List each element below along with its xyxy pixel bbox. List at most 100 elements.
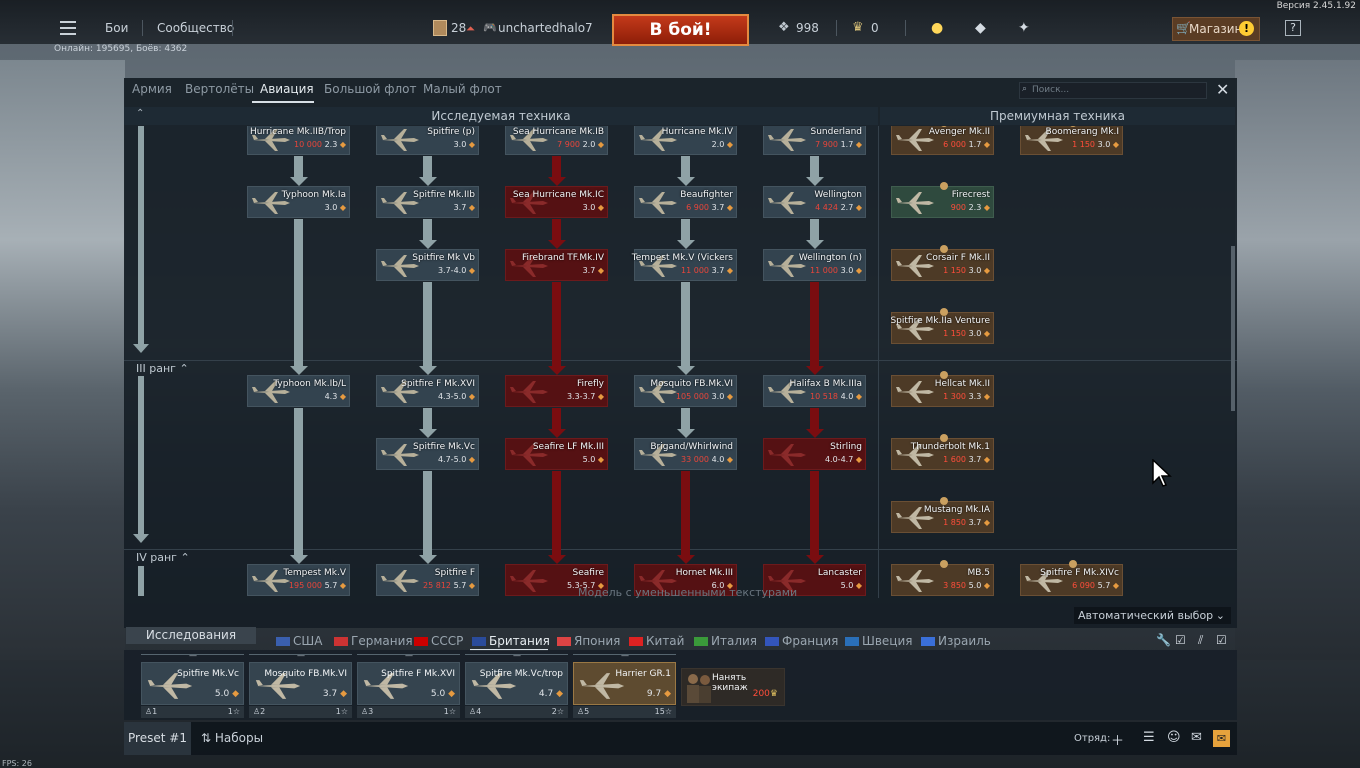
vehicle-card[interactable]: Spitfire Mk Vb 3.7-4.0 ◆ [376, 249, 479, 281]
vehicle-name: Spitfire Mk.IIb [413, 190, 475, 200]
mail-icon[interactable]: ✉ [1213, 730, 1230, 747]
premium-vehicle-card[interactable]: Boomerang Mk.I 1 150 3.0 ◆ [1020, 126, 1123, 155]
tree-connector-arrow [419, 366, 437, 375]
premium-vehicle-card[interactable]: Mustang Mk.IA 1 850 3.7 ◆ [891, 497, 994, 533]
crew-slot[interactable]: — Harrier GR.1 9.7 ◆ ♙5 15☆ [573, 651, 676, 718]
premium-vehicle-card[interactable]: Spitfire F Mk.XIVc 6 090 5.7 ◆ [1020, 560, 1123, 596]
tab-coastal-fleet[interactable]: Малый флот [423, 82, 502, 96]
vehicle-card[interactable]: Wellington 4 424 2.7 ◆ [763, 186, 866, 218]
nation-tab[interactable]: США [276, 634, 322, 648]
battles-link[interactable]: Бои [105, 21, 128, 35]
nation-tab[interactable]: Израиль [921, 634, 991, 648]
crew-slot[interactable]: — Spitfire Mk.Vc/trop 4.7 ◆ ♙4 2☆ [465, 651, 568, 718]
help-button[interactable]: ? [1285, 20, 1301, 36]
tree-connector-arrow [548, 555, 566, 564]
premium-vehicle-card[interactable]: Thunderbolt Mk.1 1 600 3.7 ◆ [891, 434, 994, 470]
bullets-icon[interactable]: ⫽ [1198, 633, 1203, 648]
premium-vehicle-card[interactable]: Spitfire Mk.IIa Venture 1 150 3.0 ◆ [890, 308, 994, 344]
vehicle-card[interactable]: Firebrand TF.Mk.IV 3.7 ◆ [505, 249, 608, 281]
auto-select-dropdown[interactable]: Автоматический выбор ⌄ [1074, 607, 1231, 624]
premium-vehicle-card[interactable]: Avenger Mk.II 6 000 1.7 ◆ [891, 126, 994, 155]
checkbox-icon[interactable]: ☑ [1216, 633, 1227, 647]
username[interactable]: unchartedhalo7 [498, 21, 593, 35]
vehicle-card[interactable]: Tempest Mk.V (Vickers 11 000 3.7 ◆ [632, 249, 737, 281]
vehicle-card[interactable]: Firefly 3.3-3.7 ◆ [505, 375, 608, 407]
lightbulb-icon[interactable]: ● [931, 20, 943, 36]
friends-icon[interactable]: ☺ [1167, 730, 1181, 745]
crew-slot[interactable]: — Mosquito FB.Mk.VI 3.7 ◆ ♙2 1☆ [249, 651, 352, 718]
tab-helicopters[interactable]: Вертолёты [185, 82, 254, 96]
vehicle-name: Lancaster [817, 568, 862, 578]
premium-vehicle-card[interactable]: Hellcat Mk.II 1 300 3.3 ◆ [891, 371, 994, 407]
add-squad-icon[interactable]: ＋ [1111, 730, 1124, 749]
slot-vehicle-card[interactable]: Spitfire Mk.Vc 5.0 ◆ [141, 662, 244, 705]
hire-crew-button[interactable]: Нанять экипаж 200♛ [681, 668, 785, 706]
crew-slot[interactable]: — Spitfire Mk.Vc 5.0 ◆ ♙1 1☆ [141, 651, 244, 718]
nation-tab[interactable]: Швеция [845, 634, 912, 648]
vehicle-card[interactable]: Typhoon Mk.Ia 3.0 ◆ [247, 186, 350, 218]
rank-label-iv[interactable]: IV ранг ⌃ [136, 551, 190, 564]
auto-select-label: Автоматический выбор [1078, 609, 1214, 622]
avatar[interactable] [433, 20, 447, 36]
nation-tab[interactable]: Китай [629, 634, 684, 648]
tab-aviation[interactable]: Авиация [260, 82, 314, 96]
cart-icon: 🛒 [1176, 21, 1191, 35]
vehicle-card[interactable]: Wellington (n) 11 000 3.0 ◆ [763, 249, 866, 281]
vehicle-card[interactable]: Spitfire F Mk.XVI 4.3-5.0 ◆ [376, 375, 479, 407]
chat-icon[interactable]: ✉ [1191, 730, 1202, 745]
community-link[interactable]: Сообщество [157, 21, 234, 35]
vehicle-card[interactable]: Hurricane Mk.IV 2.0 ◆ [634, 126, 737, 155]
vehicle-card[interactable]: Stirling 4.0-4.7 ◆ [763, 438, 866, 470]
camouflage-icon[interactable]: ◆ [975, 20, 986, 36]
checkbox-icon[interactable]: ☑ [1175, 633, 1186, 647]
search-input[interactable]: Поиск... [1019, 82, 1207, 99]
to-battle-button[interactable]: В бой! [612, 14, 749, 46]
vehicle-card[interactable]: Beaufighter 6 900 3.7 ◆ [634, 186, 737, 218]
presets-button[interactable]: ⇅ Наборы [201, 731, 263, 745]
slot-vehicle-card[interactable]: Spitfire F Mk.XVI 5.0 ◆ [357, 662, 460, 705]
research-tab[interactable]: Исследования [126, 627, 256, 644]
nation-tab[interactable]: Германия [334, 634, 413, 648]
tree-scrollbar[interactable] [1231, 246, 1235, 411]
vehicle-card[interactable]: Sea Hurricane Mk.IB 7 900 2.0 ◆ [505, 126, 608, 155]
vehicle-card[interactable]: Spitfire Mk.IIb 3.7 ◆ [376, 186, 479, 218]
slot-vehicle-card[interactable]: Spitfire Mk.Vc/trop 4.7 ◆ [465, 662, 568, 705]
aircraft-icon [896, 570, 934, 592]
vehicle-card[interactable]: Sea Hurricane Mk.IC 3.0 ◆ [505, 186, 608, 218]
vehicle-card[interactable]: Spitfire (p) 3.0 ◆ [376, 126, 479, 155]
vehicle-card[interactable]: Spitfire Mk.Vc 4.7-5.0 ◆ [376, 438, 479, 470]
nation-tab[interactable]: Франция [765, 634, 838, 648]
slot-vehicle-card[interactable]: Mosquito FB.Mk.VI 3.7 ◆ [249, 662, 352, 705]
nation-tab[interactable]: Британия [472, 634, 550, 648]
premium-marker-icon [940, 308, 948, 316]
nation-tab[interactable]: Япония [557, 634, 620, 648]
rank-label-iii[interactable]: III ранг ⌃ [136, 362, 189, 375]
wrench-icon[interactable]: 🔧 [1156, 633, 1171, 647]
tab-bluewater-fleet[interactable]: Большой флот [324, 82, 417, 96]
list-icon[interactable]: ☰ [1143, 730, 1155, 745]
hamburger-menu-icon[interactable] [60, 21, 76, 35]
vehicle-card[interactable]: Seafire LF Mk.III 5.0 ◆ [505, 438, 608, 470]
battle-rating: 2.3 [324, 140, 338, 149]
nation-tab[interactable]: Италия [694, 634, 757, 648]
vehicle-card[interactable]: Mosquito FB.Mk.VI 105 000 3.0 ◆ [634, 375, 737, 407]
vehicle-card[interactable]: Halifax B Mk.IIIa 10 518 4.0 ◆ [763, 375, 866, 407]
tree-connector [552, 219, 561, 241]
vehicle-card[interactable]: Sunderland 7 900 1.7 ◆ [763, 126, 866, 155]
vehicle-card[interactable]: Typhoon Mk.Ib/L 4.3 ◆ [247, 375, 350, 407]
collapse-up-icon[interactable]: ⌃ [136, 108, 144, 119]
close-button[interactable]: ✕ [1216, 80, 1229, 99]
vehicle-card[interactable]: Brigand/Whirlwind 33 000 4.0 ◆ [634, 438, 737, 470]
crew-slot[interactable]: — Spitfire F Mk.XVI 5.0 ◆ ♙3 1☆ [357, 651, 460, 718]
ticket-icon[interactable]: ✦ [1018, 20, 1030, 36]
preset-button[interactable]: Preset #1 [124, 722, 191, 755]
vehicle-card[interactable]: Hurricane Mk.IIB/Trop 10 000 2.3 ◆ [247, 126, 350, 155]
premium-vehicle-card[interactable]: Firecrest 900 2.3 ◆ [891, 182, 994, 218]
slot-vehicle-card[interactable]: Harrier GR.1 9.7 ◆ [573, 662, 676, 705]
premium-vehicle-card[interactable]: Corsair F Mk.II 1 150 3.0 ◆ [891, 245, 994, 281]
vehicle-card[interactable]: Spitfire F 25 812 5.7 ◆ [376, 564, 479, 596]
premium-vehicle-card[interactable]: MB.5 3 850 5.0 ◆ [891, 560, 994, 596]
vehicle-card[interactable]: Tempest Mk.V 195 000 5.7 ◆ [247, 564, 350, 596]
tab-army[interactable]: Армия [132, 82, 172, 96]
nation-tab[interactable]: СССР [414, 634, 463, 648]
